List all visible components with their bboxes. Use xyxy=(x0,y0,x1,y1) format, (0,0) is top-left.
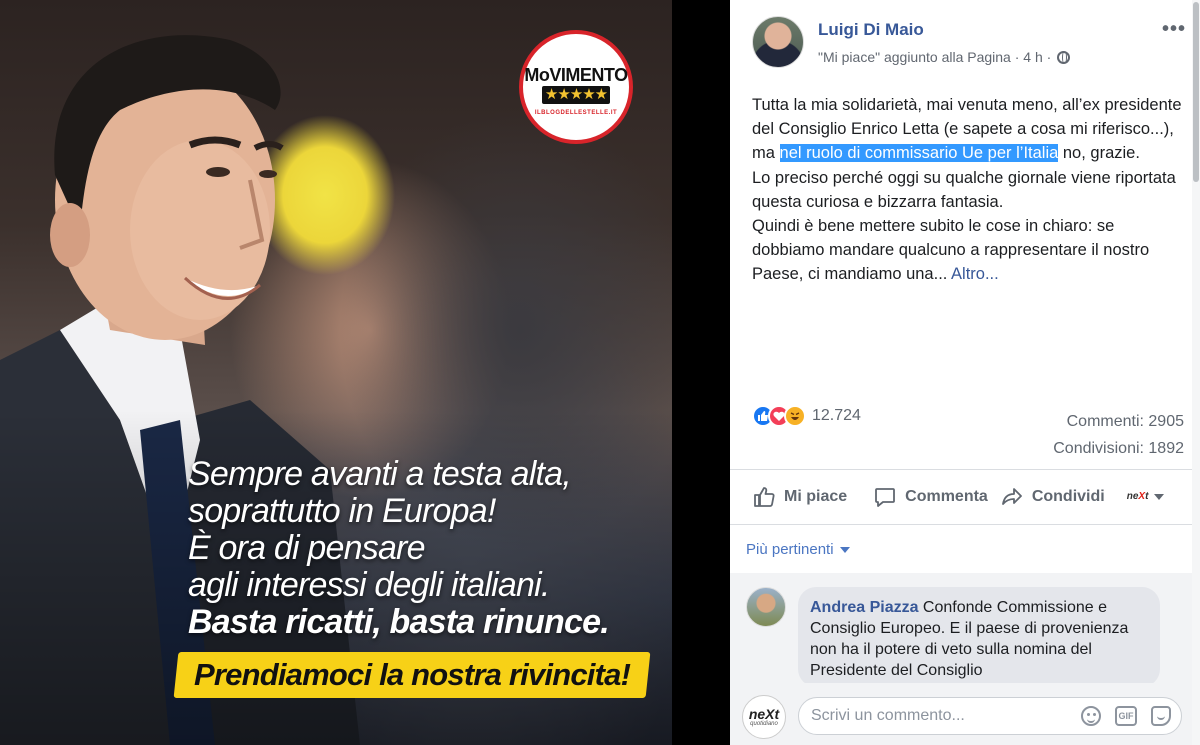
slogan: Sempre avanti a testa alta, soprattutto … xyxy=(188,456,658,641)
more-options-button[interactable]: ••• xyxy=(1162,18,1186,41)
reaction-count: 12.724 xyxy=(812,407,861,424)
commenter-name[interactable]: Andrea Piazza xyxy=(810,599,918,616)
post-meta-text[interactable]: "Mi piace" aggiunto alla Pagina · 4 h · xyxy=(818,49,1051,65)
slogan-banner: Prendiamoci la nostra rivincita! xyxy=(173,652,651,698)
post-meta: "Mi piace" aggiunto alla Pagina · 4 h · xyxy=(818,49,1071,65)
author-avatar[interactable] xyxy=(752,16,804,68)
post-paragraph: Lo preciso perché oggi su qualche giorna… xyxy=(752,168,1176,211)
author-name[interactable]: Luigi Di Maio xyxy=(818,20,924,40)
share-label: Condividi xyxy=(1031,488,1105,505)
globe-icon xyxy=(1057,50,1071,64)
post-header: Luigi Di Maio "Mi piace" aggiunto alla P… xyxy=(752,16,1186,72)
reactions-summary[interactable]: 12.724 xyxy=(752,405,861,427)
speech-bubble-icon xyxy=(875,488,896,507)
banner-text: Prendiamoci la nostra rivincita! xyxy=(193,657,631,692)
emoji-icon[interactable] xyxy=(1081,706,1101,726)
page-selector[interactable]: neXt xyxy=(1127,492,1165,502)
post-panel: Luigi Di Maio "Mi piace" aggiunto alla P… xyxy=(730,0,1200,745)
comments-section: Andrea Piazza Confonde Commissione e Con… xyxy=(730,573,1192,745)
page-logo-icon: neXt xyxy=(1126,491,1149,502)
comment-bubble: Andrea Piazza Confonde Commissione e Con… xyxy=(798,587,1160,687)
sort-label: Più pertinenti xyxy=(746,541,834,558)
selected-text: nel ruolo di commissario Ue per l’Italia xyxy=(779,144,1059,163)
text-segment: no, grazie. xyxy=(1058,144,1140,163)
comments-count[interactable]: Commenti: 2905 xyxy=(1053,408,1184,435)
page-avatar-logo: neXt xyxy=(749,707,779,721)
shares-count[interactable]: Condivisioni: 1892 xyxy=(1053,435,1184,462)
slogan-line: Basta ricatti, basta rinunce. xyxy=(188,603,610,641)
chevron-down-icon xyxy=(839,546,850,553)
slogan-line: È ora di pensare xyxy=(188,529,426,567)
comment-input[interactable]: Scrivi un commento... GIF xyxy=(798,697,1182,735)
logo-stars: ★★★★★ xyxy=(541,85,611,104)
page-avatar[interactable]: neXt quotidiano xyxy=(742,695,786,739)
slogan-line: agli interessi degli italiani. xyxy=(188,566,550,604)
scrollbar[interactable] xyxy=(1192,0,1200,745)
commenter-avatar[interactable] xyxy=(746,587,786,627)
post-actions: Mi piace Commenta Condividi neXt xyxy=(730,469,1192,525)
lightbox-gap xyxy=(672,0,730,745)
gif-icon[interactable]: GIF xyxy=(1115,706,1137,726)
chevron-down-icon xyxy=(1154,494,1165,500)
comment-button[interactable]: Commenta xyxy=(873,485,988,509)
thumbs-up-icon xyxy=(754,487,775,507)
slogan-line: soprattutto in Europa! xyxy=(188,492,496,530)
haha-reaction-icon xyxy=(784,405,806,427)
post-photo[interactable]: MoVIMENTO ★★★★★ ILBLOGDELLESTELLE.IT Sem… xyxy=(0,0,672,745)
logo-word: MoVIMENTO xyxy=(524,64,628,85)
sticker-icon[interactable] xyxy=(1151,706,1171,726)
post-text: Tutta la mia solidarietà, mai venuta men… xyxy=(752,93,1184,287)
comment-label: Commenta xyxy=(905,488,988,505)
logo-ribbon: ILBLOGDELLESTELLE.IT xyxy=(534,109,618,116)
slogan-line: Sempre avanti a testa alta, xyxy=(188,455,572,493)
comment-sort-dropdown[interactable]: Più pertinenti xyxy=(746,541,850,558)
movimento-logo: MoVIMENTO ★★★★★ ILBLOGDELLESTELLE.IT xyxy=(519,30,633,144)
composer-icons: GIF xyxy=(1081,706,1171,726)
share-arrow-icon xyxy=(1001,488,1022,505)
scrollbar-thumb[interactable] xyxy=(1193,2,1199,182)
like-label: Mi piace xyxy=(784,488,848,505)
comment-placeholder: Scrivi un commento... xyxy=(811,707,965,724)
share-button[interactable]: Condividi xyxy=(1000,485,1105,509)
engagement-counts: Commenti: 2905 Condivisioni: 1892 xyxy=(1053,408,1184,462)
post-paragraph: Quindi è bene mettere subito le cose in … xyxy=(752,214,1184,287)
page-logo-text: neXt xyxy=(748,706,780,722)
see-more-link[interactable]: Altro... xyxy=(951,265,999,283)
comment-composer: neXt quotidiano Scrivi un commento... GI… xyxy=(730,683,1192,745)
page-logo-sub: quotidiano xyxy=(750,721,778,727)
like-button[interactable]: Mi piace xyxy=(752,485,847,509)
post-paragraph: Tutta la mia solidarietà, mai venuta men… xyxy=(752,93,1184,166)
